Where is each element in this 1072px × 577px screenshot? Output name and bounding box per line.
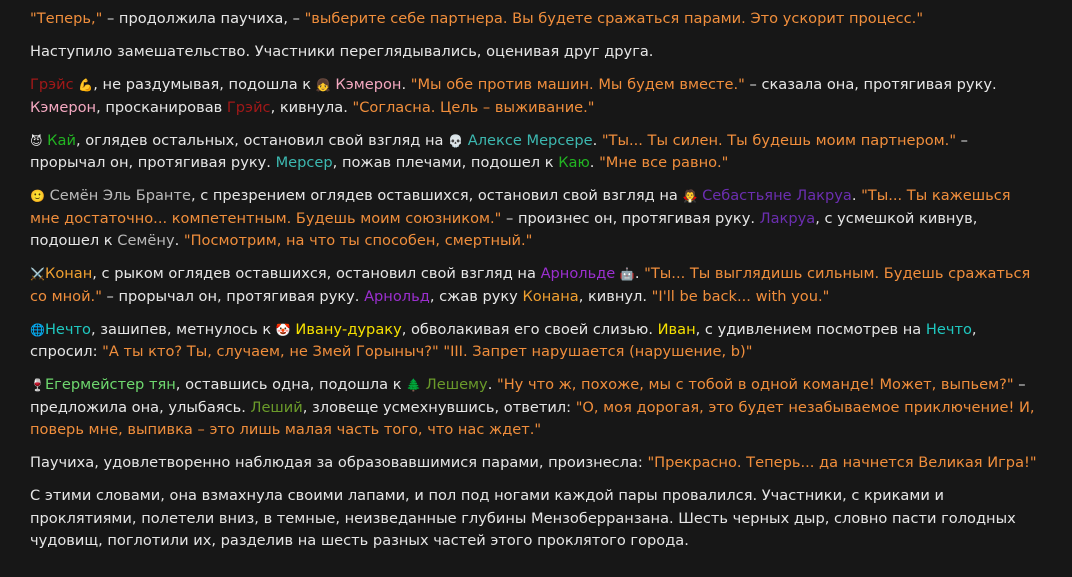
character-name-conan: Конан [44,265,93,282]
quote: "I'll be back... with you." [651,287,830,305]
narration: . [401,76,411,93]
wine-glass-icon: 🍷 [30,378,45,392]
narration: , оставшись одна, подошла к [175,376,407,393]
quote: "Посмотрим, на что ты способен, смертный… [183,232,533,249]
globe-icon: 🌐 [30,322,45,337]
character-name-kai: Каю [558,154,590,171]
quote: "Согласна. Цель – выживание." [352,98,595,116]
paragraph-spider-instruction: "Теперь," – продолжила паучиха, – "выбер… [30,8,1044,31]
narration: . [589,154,600,171]
devil-icon: 😈 [30,133,43,148]
chat-message-body: "Теперь," – продолжила паучиха, – "выбер… [0,0,1072,577]
paragraph-egermeister-leshy: 🍷Егермейстер тян, оставшись одна, подошл… [30,374,1044,442]
narration: . [634,265,645,282]
character-name-cameron: Кэмерон [30,98,97,116]
character-name-grace: Грэйс [30,76,74,93]
paragraph-descent: С этими словами, она взмахнула своими ла… [30,485,1044,553]
narration: , оглядев остальных, остановил свой взгл… [75,131,449,149]
narration: , кивнула. [270,98,353,116]
narration: . [592,131,602,149]
quote: "А ты кто? Ты, случаем, не Змей Горыныч?… [102,343,439,360]
narration: , зловеще усмехнувшись, ответил: [302,398,576,416]
narration: , с рыком оглядев оставшихся, остановил … [92,265,541,282]
character-name-semyon: Семён Эль Бранте [49,187,191,204]
character-name-lacroix: Себастьяне Лакруа [702,187,852,204]
quote: "Теперь," [30,10,103,27]
character-name-mercer: Мерсер [275,154,333,171]
narration: Паучиха, удовлетворенно наблюдая за обра… [30,454,648,471]
narration: С этими словами, она взмахнула своими ла… [30,487,1016,549]
narration: , обволакивая его своей слизью. [401,320,658,338]
narration: , пожав плечами, подошел к [332,154,559,171]
narration: , зашипев, метнулось к [90,320,276,338]
narration: Наступило замешательство. Участники пере… [30,43,654,60]
vampire-icon: 🧛 [682,189,698,203]
quote: "Ну что ж, похоже, мы с тобой в одной ко… [496,376,1014,393]
paragraph-grace-cameron: Грэйс 💪, не раздумывая, подошла к 👧 Кэме… [30,74,1044,119]
narration: – прорычал он, протягивая руку. [101,287,365,305]
paragraph-nechto-ivan: 🌐Нечто, зашипев, метнулось к 🤡 Ивану-дур… [30,319,1044,364]
narration: , сжав руку [429,287,523,305]
quote: "Мы обе против машин. Мы будем вместе." [410,76,745,93]
character-name-cameron: Кэмерон [335,76,402,93]
paragraph-kai-mercer: 😈 Кай, оглядев остальных, остановил свой… [30,130,1044,175]
character-name-nechto: Нечто [925,320,972,338]
character-name-arnold: Арнольд [364,287,430,305]
character-name-semyon: Семёну [117,232,175,249]
quote: "III. Запрет нарушается (нарушение, b)" [443,343,753,360]
paragraph-semyon-lacroix: 🙂 Семён Эль Бранте, с презрением оглядев… [30,185,1044,253]
character-name-leshy: Леший [250,398,303,416]
narration: – сказала она, протягивая руку. [744,76,997,93]
narration: . [487,376,497,393]
skull-icon: 💀 [448,133,464,148]
narration: , не раздумывая, подошла к [93,76,316,93]
narration: . [174,232,184,249]
character-name-grace: Грэйс [226,98,271,116]
narration: , с удивлением посмотрев на [695,320,926,338]
paragraph-spider-announcement: Паучиха, удовлетворенно наблюдая за обра… [30,452,1044,475]
robot-icon: 🤖 [619,267,635,281]
character-name-egermeister: Егермейстер тян [44,376,176,393]
clown-icon: 🤡 [275,322,291,337]
character-name-nechto: Нечто [44,320,91,338]
paragraph-confusion: Наступило замешательство. Участники пере… [30,41,1044,64]
narration: , кивнул. [578,287,652,305]
character-name-conan: Конана [522,287,579,305]
face-icon: 🙂 [30,189,45,203]
narration: – продолжила паучиха, – [102,10,305,27]
character-name-leshy: Лешему [425,376,488,393]
character-name-ivan: Иван [657,320,696,338]
narration: , просканировав [96,98,227,116]
crossed-swords-icon: ⚔️ [30,267,45,281]
quote: "выберите себе партнера. Вы будете сража… [304,10,924,27]
character-name-ivan: Ивану-дураку [295,320,402,338]
girl-icon: 👧 [315,78,331,92]
character-name-lacroix: Лакруа [759,209,816,227]
character-name-mercer: Алексе Мерсере [467,131,593,149]
character-name-arnold: Арнольде [540,265,616,282]
quote: "Мне все равно." [599,154,729,171]
quote: "Ты... Ты силен. Ты будешь моим партнеро… [601,131,957,149]
narration: – произнес он, протягивая руку. [501,209,760,227]
muscle-icon: 💪 [78,78,94,92]
paragraph-conan-arnold: ⚔️Конан, с рыком оглядев оставшихся, ост… [30,263,1044,308]
tree-icon: 🌲 [406,378,422,392]
quote: "Прекрасно. Теперь... да начнется Велика… [647,454,1037,471]
character-name-kai: Кай [47,131,76,149]
narration: . [851,187,862,204]
narration: , с презрением оглядев оставшихся, остан… [190,187,683,204]
